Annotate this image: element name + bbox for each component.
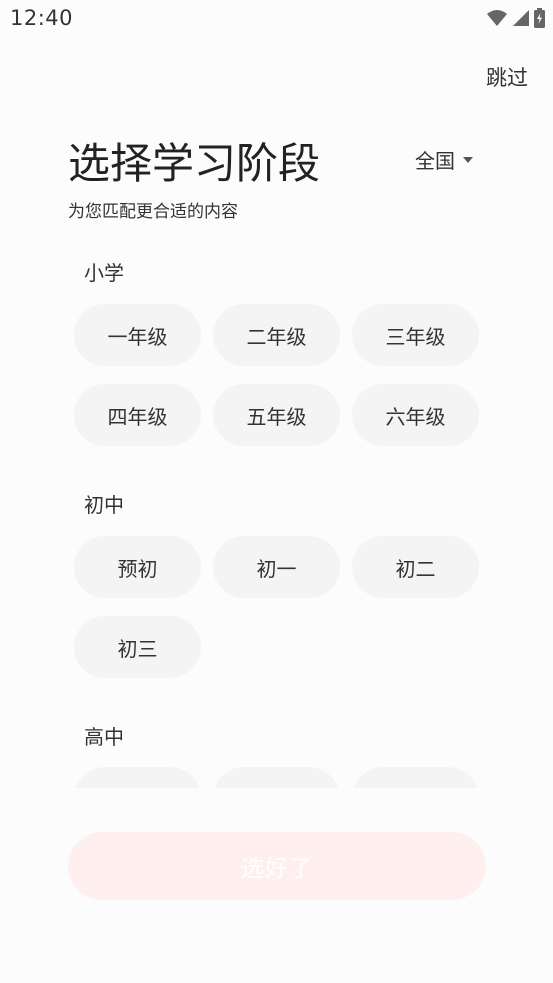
section-title-middle: 初中 (84, 493, 124, 517)
grade-chip[interactable]: 预初 (74, 536, 201, 598)
status-icons (486, 8, 545, 28)
battery-charging-icon (534, 8, 545, 28)
status-bar: 12:40 (0, 0, 553, 38)
wifi-icon (487, 10, 507, 26)
grade-chip[interactable]: 高三 (352, 767, 479, 788)
grade-chip[interactable]: 六年级 (352, 384, 479, 446)
grade-chip[interactable]: 一年级 (74, 304, 201, 366)
status-time: 12:40 (10, 6, 74, 30)
grade-chip[interactable]: 三年级 (352, 304, 479, 366)
grade-chip[interactable]: 二年级 (213, 304, 340, 366)
cellular-signal-icon (513, 10, 529, 26)
section-title-high: 高中 (84, 725, 124, 749)
page-subtitle: 为您匹配更合适的内容 (68, 202, 238, 222)
grade-chip[interactable]: 初二 (352, 536, 479, 598)
page-title: 选择学习阶段 (68, 139, 321, 188)
caret-down-icon (463, 156, 473, 163)
grade-chip[interactable]: 高一 (74, 767, 201, 788)
skip-button[interactable]: 跳过 (486, 62, 528, 92)
grade-chip[interactable]: 五年级 (213, 384, 340, 446)
grade-chip[interactable]: 四年级 (74, 384, 201, 446)
grade-list[interactable]: 小学 一年级 二年级 三年级 四年级 五年级 六年级 初中 预初 初一 初二 初… (0, 240, 553, 788)
grade-chip[interactable]: 高二 (213, 767, 340, 788)
grade-chip[interactable]: 初一 (213, 536, 340, 598)
grade-chip[interactable]: 初三 (74, 616, 201, 678)
section-title-primary: 小学 (84, 261, 124, 285)
region-label: 全国 (415, 149, 455, 173)
confirm-button[interactable]: 选好了 (68, 832, 486, 900)
region-selector[interactable]: 全国 (415, 145, 473, 174)
